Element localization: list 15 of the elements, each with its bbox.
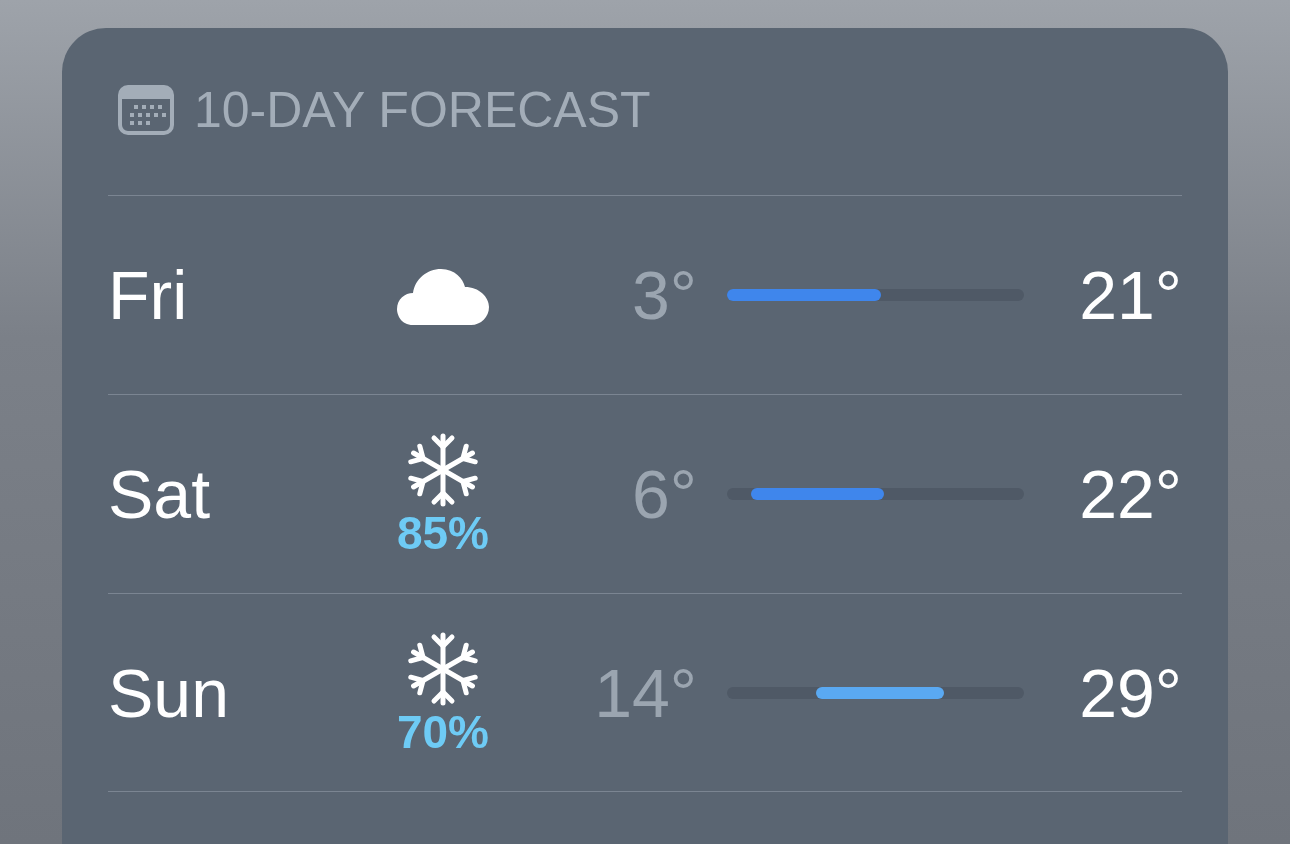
calendar-icon	[118, 84, 174, 135]
high-temperature: 21°	[1078, 261, 1182, 329]
section-title: 10-DAY FORECAST	[194, 84, 651, 135]
day-label: Sat	[108, 460, 212, 528]
high-temperature: 29°	[1078, 658, 1182, 727]
low-temperature: 6°	[631, 460, 697, 528]
precipitation-chance: 70%	[396, 708, 490, 755]
high-temperature: 22°	[1078, 460, 1182, 528]
snowflake-icon	[407, 432, 479, 508]
precipitation-chance: 85%	[396, 510, 490, 556]
snowflake-icon	[407, 630, 479, 707]
low-temperature: 3°	[631, 261, 697, 329]
day-label: Fri	[108, 261, 189, 329]
day-label: Sun	[108, 658, 230, 727]
low-temperature: 14°	[593, 658, 697, 727]
